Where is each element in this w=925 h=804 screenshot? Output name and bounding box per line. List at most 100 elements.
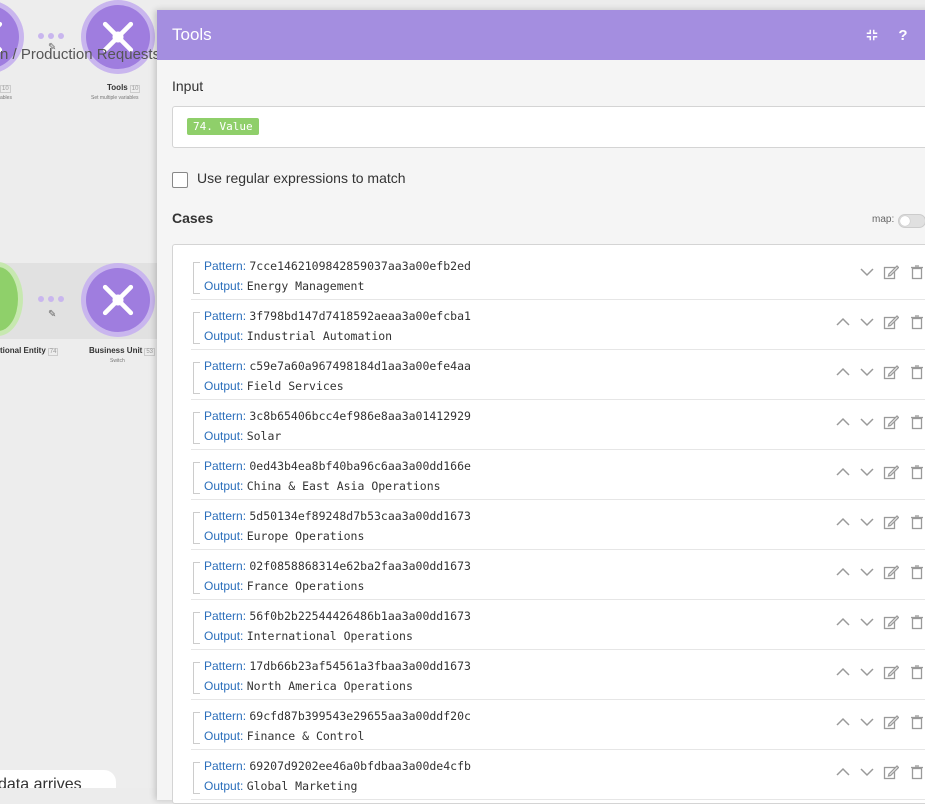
- case-pattern: Pattern: c59e7a60a967498184d1aa3a00efe4a…: [204, 359, 471, 373]
- chevron-up-icon[interactable]: [835, 514, 851, 530]
- case-bracket: [193, 712, 200, 744]
- case-output: Output: Industrial Automation: [204, 329, 393, 343]
- chevron-down-icon[interactable]: [859, 664, 875, 680]
- case-pattern: Pattern: 3c8b65406bcc4ef986e8aa3a0141292…: [204, 409, 471, 423]
- chevron-down-icon[interactable]: [859, 314, 875, 330]
- trash-icon[interactable]: [909, 414, 925, 430]
- chevron-down-icon[interactable]: [859, 514, 875, 530]
- tools-node-sub: Set multiple variables: [91, 95, 139, 101]
- trash-icon[interactable]: [909, 364, 925, 380]
- edit-icon[interactable]: [883, 464, 899, 480]
- case-row[interactable]: Pattern: 56f0b2b22544426486b1aa3a00dd167…: [191, 600, 925, 650]
- trash-icon[interactable]: [909, 514, 925, 530]
- map-toggle[interactable]: [898, 214, 925, 228]
- chevron-up-icon[interactable]: [835, 614, 851, 630]
- case-output: Output: Global Marketing: [204, 779, 358, 793]
- edit-icon[interactable]: [883, 264, 899, 280]
- input-value-pill[interactable]: 74. Value: [187, 118, 259, 135]
- case-pattern: Pattern: 5d50134ef89248d7b53caa3a00dd167…: [204, 509, 471, 523]
- left-node-num: 10: [0, 85, 11, 93]
- edit-icon[interactable]: [883, 764, 899, 780]
- business-unit-label: Business Unit 53: [89, 346, 156, 356]
- chevron-up-icon[interactable]: [835, 664, 851, 680]
- chevron-down-icon[interactable]: [859, 364, 875, 380]
- cases-label: Cases: [172, 210, 214, 226]
- chevron-down-icon[interactable]: [859, 414, 875, 430]
- case-pattern: Pattern: 69207d9202ee46a0bfdbaa3a00de4cf…: [204, 759, 471, 773]
- edit-icon[interactable]: [883, 664, 899, 680]
- case-row[interactable]: Pattern: 17db66b23af54561a3fbaa3a00dd167…: [191, 650, 925, 700]
- regex-label: Use regular expressions to match: [197, 170, 406, 186]
- case-bracket: [193, 512, 200, 544]
- chevron-down-icon[interactable]: [859, 264, 875, 280]
- input-field[interactable]: 74. Value: [172, 106, 925, 148]
- chevron-up-icon[interactable]: [835, 464, 851, 480]
- case-row[interactable]: Pattern: 0ed43b4ea8bf40ba96c6aa3a00dd166…: [191, 450, 925, 500]
- cases-list: Pattern: 7cce1462109842859037aa3a00efb2e…: [172, 244, 925, 804]
- collapse-icon[interactable]: [862, 25, 882, 45]
- chevron-down-icon[interactable]: [859, 564, 875, 580]
- trash-icon[interactable]: [909, 764, 925, 780]
- trash-icon[interactable]: [909, 464, 925, 480]
- case-pattern: Pattern: 0ed43b4ea8bf40ba96c6aa3a00dd166…: [204, 459, 471, 473]
- regex-checkbox[interactable]: [172, 172, 188, 188]
- edit-icon[interactable]: [883, 514, 899, 530]
- case-output: Output: Europe Operations: [204, 529, 365, 543]
- help-icon[interactable]: ?: [893, 25, 913, 45]
- edit-icon[interactable]: [883, 714, 899, 730]
- chevron-down-icon[interactable]: [859, 714, 875, 730]
- case-row[interactable]: Pattern: 69cfd87b399543e29655aa3a00ddf20…: [191, 700, 925, 750]
- case-row[interactable]: Pattern: 3c8b65406bcc4ef986e8aa3a0141292…: [191, 400, 925, 450]
- case-bracket: [193, 762, 200, 794]
- case-output: Output: Finance & Control: [204, 729, 365, 743]
- chevron-up-icon[interactable]: [835, 414, 851, 430]
- chevron-down-icon[interactable]: [859, 614, 875, 630]
- case-output: Output: North America Operations: [204, 679, 413, 693]
- wrench-icon[interactable]: ✎: [48, 309, 56, 320]
- case-output: Output: Energy Management: [204, 279, 365, 293]
- trash-icon[interactable]: [909, 614, 925, 630]
- case-bracket: [193, 612, 200, 644]
- business-unit-node[interactable]: [86, 268, 150, 332]
- case-row[interactable]: Pattern: 5d50134ef89248d7b53caa3a00dd167…: [191, 500, 925, 550]
- case-bracket: [193, 362, 200, 394]
- case-output: Output: International Operations: [204, 629, 413, 643]
- chevron-down-icon[interactable]: [859, 464, 875, 480]
- case-row[interactable]: Pattern: 02f0858868314e62ba2faa3a00dd167…: [191, 550, 925, 600]
- chevron-up-icon[interactable]: [835, 714, 851, 730]
- edit-icon[interactable]: [883, 364, 899, 380]
- trash-icon[interactable]: [909, 314, 925, 330]
- status-toast: data arrives: [0, 770, 116, 788]
- case-row[interactable]: Pattern: c59e7a60a967498184d1aa3a00efe4a…: [191, 350, 925, 400]
- case-pattern: Pattern: 02f0858868314e62ba2faa3a00dd167…: [204, 559, 471, 573]
- trash-icon[interactable]: [909, 714, 925, 730]
- case-row[interactable]: Pattern: 3f798bd147d7418592aeaa3a00efcba…: [191, 300, 925, 350]
- edit-icon[interactable]: [883, 564, 899, 580]
- edit-icon[interactable]: [883, 314, 899, 330]
- map-label: map:: [872, 214, 895, 225]
- chevron-up-icon[interactable]: [835, 564, 851, 580]
- trash-icon[interactable]: [909, 564, 925, 580]
- edit-icon[interactable]: [883, 614, 899, 630]
- chevron-up-icon[interactable]: [835, 314, 851, 330]
- case-bracket: [193, 662, 200, 694]
- case-row[interactable]: Pattern: 7cce1462109842859037aa3a00efb2e…: [191, 250, 925, 300]
- case-output: Output: Field Services: [204, 379, 344, 393]
- case-row[interactable]: Pattern: 69207d9202ee46a0bfdbaa3a00de4cf…: [191, 750, 925, 800]
- case-pattern: Pattern: 3f798bd147d7418592aeaa3a00efcba…: [204, 309, 471, 323]
- connector-dots: [38, 33, 64, 39]
- trash-icon[interactable]: [909, 264, 925, 280]
- tools-node-label: Tools 10: [107, 83, 141, 93]
- breadcrumb: n / Production Requests: [0, 46, 160, 63]
- panel-title: Tools: [172, 25, 212, 44]
- trash-icon[interactable]: [909, 664, 925, 680]
- input-label: Input: [172, 78, 204, 94]
- chevron-up-icon[interactable]: [835, 364, 851, 380]
- case-output: Output: Solar: [204, 429, 282, 443]
- case-pattern: Pattern: 17db66b23af54561a3fbaa3a00dd167…: [204, 659, 471, 673]
- edit-icon[interactable]: [883, 414, 899, 430]
- case-pattern: Pattern: 56f0b2b22544426486b1aa3a00dd167…: [204, 609, 471, 623]
- chevron-up-icon[interactable]: [835, 764, 851, 780]
- chevron-down-icon[interactable]: [859, 764, 875, 780]
- scenario-canvas[interactable]: ✎ n / Production Requests 10 ables Tools…: [0, 0, 160, 788]
